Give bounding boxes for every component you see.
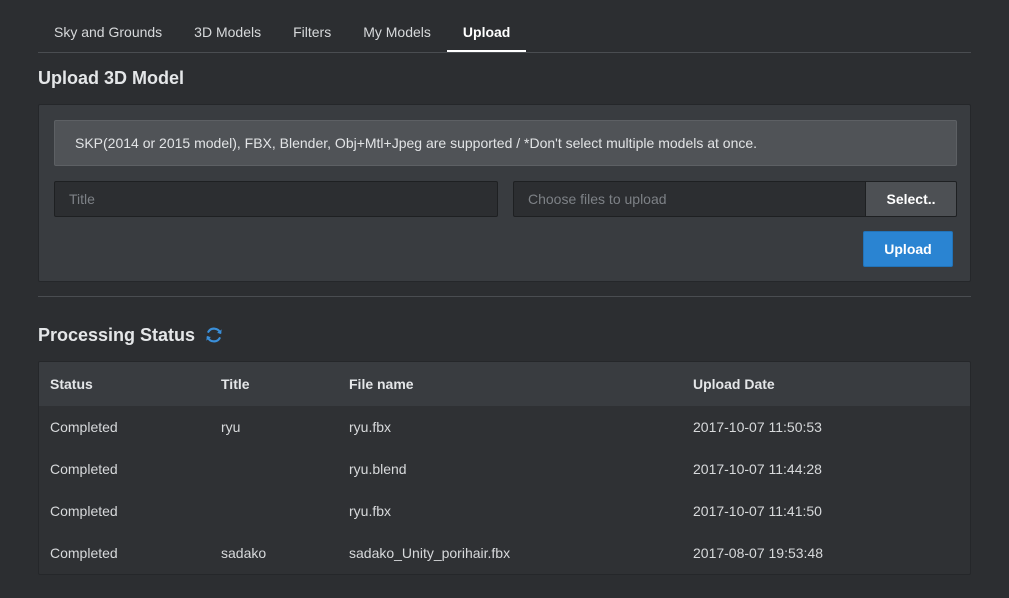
table-row[interactable]: Completed sadako sadako_Unity_porihair.f… <box>39 532 970 574</box>
table-row[interactable]: Completed ryu ryu.fbx 2017-10-07 11:50:5… <box>39 406 970 448</box>
page: Sky and Grounds 3D Models Filters My Mod… <box>0 0 1009 598</box>
cell-status: Completed <box>50 545 118 561</box>
column-header-upload-date[interactable]: Upload Date <box>682 362 970 406</box>
section-divider <box>38 296 971 297</box>
processing-status-heading: Processing Status <box>38 325 196 345</box>
cell-upload-date: 2017-10-07 11:50:53 <box>693 419 822 435</box>
cell-title: sadako <box>221 545 267 561</box>
cell-status: Completed <box>50 503 118 519</box>
processing-status-table: Status Title File name Upload Date Compl… <box>38 361 971 575</box>
cell-status: Completed <box>50 419 118 435</box>
table-row[interactable]: Completed ryu.fbx 2017-10-07 11:41:50 <box>39 490 970 532</box>
cell-title <box>210 490 338 532</box>
cell-title <box>210 448 338 490</box>
tab-my-models[interactable]: My Models <box>347 12 447 52</box>
tab-sky-and-grounds[interactable]: Sky and Grounds <box>38 12 178 52</box>
cell-upload-date: 2017-08-07 19:53:48 <box>693 545 823 561</box>
cell-status: Completed <box>50 461 118 477</box>
cell-upload-date: 2017-10-07 11:44:28 <box>693 461 822 477</box>
upload-heading: Upload 3D Model <box>38 68 185 88</box>
select-files-button[interactable]: Select.. <box>865 181 957 217</box>
cell-title: ryu <box>221 419 241 435</box>
column-header-title[interactable]: Title <box>210 362 338 406</box>
table-header-row: Status Title File name Upload Date <box>39 362 970 406</box>
cell-file-name: ryu.blend <box>349 461 407 477</box>
column-header-status[interactable]: Status <box>39 362 210 406</box>
column-header-file-name[interactable]: File name <box>338 362 682 406</box>
file-picker: Select.. <box>513 181 957 217</box>
tab-bar: Sky and Grounds 3D Models Filters My Mod… <box>38 12 971 53</box>
tab-3d-models[interactable]: 3D Models <box>178 12 277 52</box>
upload-button[interactable]: Upload <box>863 231 953 267</box>
title-input[interactable] <box>54 181 498 217</box>
cell-upload-date: 2017-10-07 11:41:50 <box>693 503 822 519</box>
tab-upload[interactable]: Upload <box>446 12 527 52</box>
cell-file-name: ryu.fbx <box>349 419 392 435</box>
cell-file-name: sadako_Unity_porihair.fbx <box>349 545 511 561</box>
tab-filters[interactable]: Filters <box>277 12 347 52</box>
table-row[interactable]: Completed ryu.blend 2017-10-07 11:44:28 <box>39 448 970 490</box>
cell-file-name: ryu.fbx <box>349 503 392 519</box>
refresh-icon[interactable] <box>204 325 224 345</box>
supported-formats-notice: SKP(2014 or 2015 model), FBX, Blender, O… <box>54 120 957 166</box>
upload-panel: SKP(2014 or 2015 model), FBX, Blender, O… <box>38 104 971 282</box>
file-path-input[interactable] <box>513 181 865 217</box>
